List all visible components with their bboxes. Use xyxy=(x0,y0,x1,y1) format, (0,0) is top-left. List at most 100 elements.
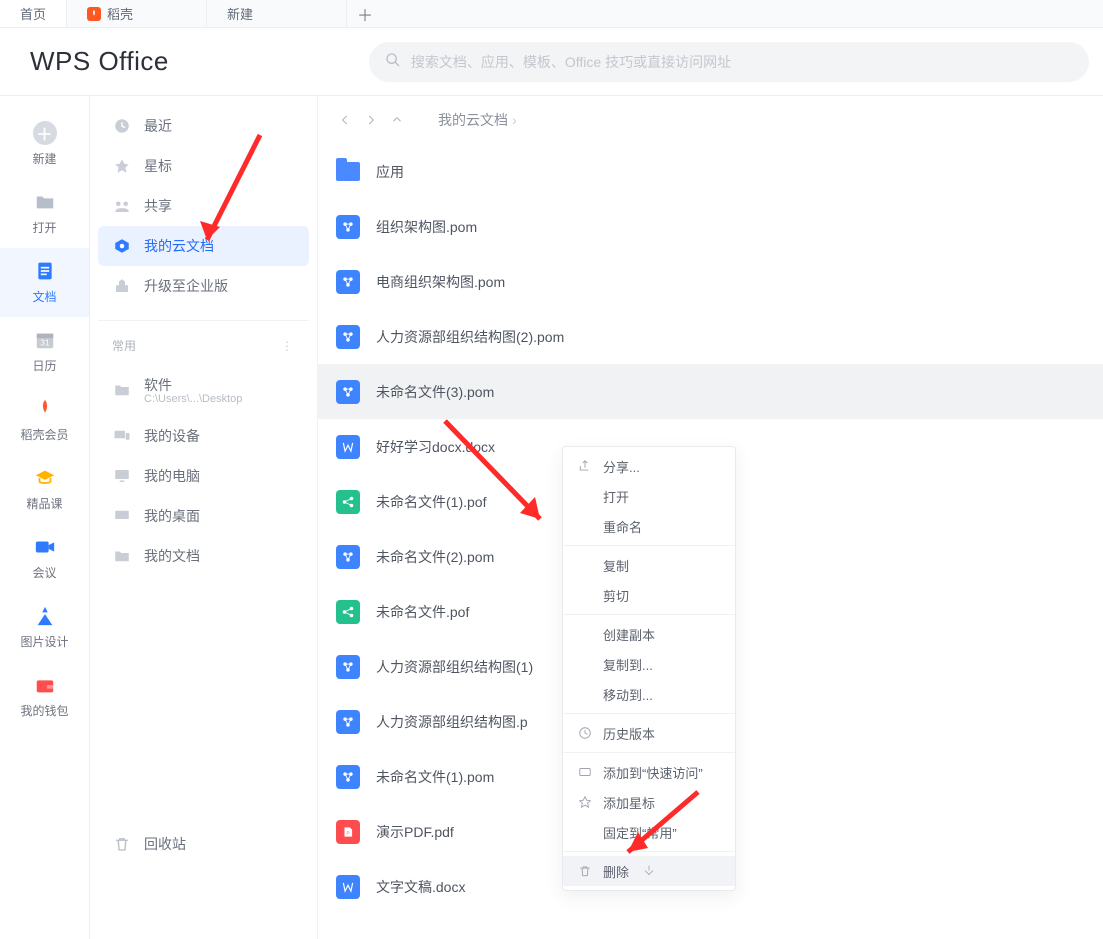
ctx-add-quick[interactable]: 添加到“快速访问” xyxy=(563,757,735,787)
search-box[interactable] xyxy=(369,42,1089,82)
sidebar-item-label: 我的桌面 xyxy=(144,508,200,524)
nav-back-icon[interactable] xyxy=(336,111,354,129)
sidebar-item-升级至企业版[interactable]: 升级至企业版 xyxy=(98,266,309,306)
ctx-open[interactable]: 打开 xyxy=(563,481,735,511)
rail-item-打开[interactable]: 打开 xyxy=(0,179,89,248)
docx-file-icon xyxy=(336,435,360,459)
folder-open-icon xyxy=(32,189,58,215)
file-name: 演示PDF.pdf xyxy=(376,822,454,842)
ctx-cut[interactable]: 剪切 xyxy=(563,580,735,610)
file-row[interactable]: 电商组织架构图.pom xyxy=(318,254,1103,309)
tab-daoke[interactable]: 稻壳 xyxy=(67,0,207,27)
rail-item-会议[interactable]: 会议 xyxy=(0,524,89,593)
rail-item-文档[interactable]: 文档 xyxy=(0,248,89,317)
sidebar-item-我的电脑[interactable]: 我的电脑 xyxy=(98,456,309,496)
calendar-icon: 31 xyxy=(32,327,58,353)
sidebar-item-我的文档[interactable]: 我的文档 xyxy=(98,536,309,576)
rail-item-我的钱包[interactable]: 我的钱包 xyxy=(0,662,89,731)
pom-file-icon xyxy=(336,325,360,349)
nav-forward-icon[interactable] xyxy=(362,111,380,129)
tab-label: 稻壳 xyxy=(107,4,133,23)
sidebar-trash[interactable]: 回收站 xyxy=(98,824,309,864)
tab-home[interactable]: 首页 xyxy=(0,0,67,27)
share-icon xyxy=(577,458,593,474)
pom-file-icon xyxy=(336,710,360,734)
ctx-pin[interactable]: 固定到“常用” xyxy=(563,817,735,847)
sidebar-item-label: 回收站 xyxy=(144,834,186,854)
ctx-copy[interactable]: 复制 xyxy=(563,550,735,580)
document-icon xyxy=(32,258,58,284)
tab-strip: 首页 稻壳 新建 ＋ xyxy=(0,0,1103,28)
history-icon xyxy=(577,725,593,741)
file-row[interactable]: 组织架构图.pom xyxy=(318,199,1103,254)
sidebar-item-软件[interactable]: 软件C:\Users\...\Desktop xyxy=(98,364,309,416)
devices-icon xyxy=(112,426,132,446)
plus-circle-icon: ＋ xyxy=(32,120,58,146)
daoke-icon xyxy=(87,7,101,21)
sidebar-item-共享[interactable]: 共享 xyxy=(98,186,309,226)
ctx-copy-to[interactable]: 复制到... xyxy=(563,649,735,679)
star-icon xyxy=(577,794,593,810)
ctx-history[interactable]: 历史版本 xyxy=(563,718,735,748)
sidebar-common-header: 常用 ⋮ xyxy=(98,327,309,360)
wallet-icon xyxy=(32,672,58,698)
pom-file-icon xyxy=(336,215,360,239)
rail-item-新建[interactable]: ＋ 新建 xyxy=(0,110,89,179)
tab-label: 新建 xyxy=(227,4,253,23)
rail-item-label: 会议 xyxy=(32,564,56,581)
rail-item-图片设计[interactable]: 图片设计 xyxy=(0,593,89,662)
ctx-add-star[interactable]: 添加星标 xyxy=(563,787,735,817)
pof-file-icon xyxy=(336,490,360,514)
pom-file-icon xyxy=(336,655,360,679)
ctx-duplicate[interactable]: 创建副本 xyxy=(563,619,735,649)
pom-file-icon xyxy=(336,545,360,569)
breadcrumb[interactable]: 我的云文档› xyxy=(438,110,517,130)
ctx-delete[interactable]: 删除 xyxy=(563,856,735,886)
rail-item-label: 日历 xyxy=(32,357,56,374)
sidebar-item-最近[interactable]: 最近 xyxy=(98,106,309,146)
cloud-doc-icon xyxy=(112,236,132,256)
rail-item-日历[interactable]: 31 日历 xyxy=(0,317,89,386)
quick-access-icon xyxy=(577,764,593,780)
sidebar-item-星标[interactable]: 星标 xyxy=(98,146,309,186)
ctx-move-to[interactable]: 移动到... xyxy=(563,679,735,709)
ctx-share[interactable]: 分享... xyxy=(563,451,735,481)
rail-item-label: 图片设计 xyxy=(20,633,68,650)
course-icon xyxy=(32,465,58,491)
file-name: 应用 xyxy=(376,162,404,182)
sidebar-item-label: 最近 xyxy=(144,118,172,134)
file-name: 未命名文件(2).pom xyxy=(376,547,494,567)
rail-item-label: 稻壳会员 xyxy=(20,426,68,443)
search-input[interactable] xyxy=(411,54,1073,70)
brand-title: WPS Office xyxy=(30,46,169,77)
tab-new[interactable]: 新建 xyxy=(207,0,347,27)
meeting-icon xyxy=(32,534,58,560)
image-design-icon xyxy=(32,603,58,629)
sidebar-item-我的桌面[interactable]: 我的桌面 xyxy=(98,496,309,536)
sidebar-item-label: 共享 xyxy=(144,198,172,214)
rail-item-label: 精品课 xyxy=(26,495,62,512)
file-name: 人力资源部组织结构图(2).pom xyxy=(376,327,564,347)
tab-add-button[interactable]: ＋ xyxy=(347,2,383,26)
svg-text:P: P xyxy=(346,830,349,835)
ctx-rename[interactable]: 重命名 xyxy=(563,511,735,541)
nav-up-icon[interactable] xyxy=(388,111,406,129)
pom-file-icon xyxy=(336,380,360,404)
sidebar-item-我的设备[interactable]: 我的设备 xyxy=(98,416,309,456)
file-row[interactable]: 未命名文件(3).pom xyxy=(318,364,1103,419)
file-name: 人力资源部组织结构图(1) xyxy=(376,657,533,677)
context-menu: 分享... 打开 重命名 复制 剪切 创建副本 复制到... 移动到... 历史… xyxy=(562,446,736,891)
file-name: 人力资源部组织结构图.p xyxy=(376,712,528,732)
rail-item-精品课[interactable]: 精品课 xyxy=(0,455,89,524)
file-row[interactable]: 人力资源部组织结构图(2).pom xyxy=(318,309,1103,364)
rail-item-稻壳会员[interactable]: 稻壳会员 xyxy=(0,386,89,455)
more-icon[interactable]: ⋮ xyxy=(281,339,295,353)
rail-item-label: 打开 xyxy=(32,219,56,236)
sidebar-item-label: 升级至企业版 xyxy=(144,278,228,294)
sidebar-item-我的云文档[interactable]: 我的云文档 xyxy=(98,226,309,266)
search-icon xyxy=(385,52,411,71)
folder-icon xyxy=(112,546,132,566)
folder-icon xyxy=(336,162,360,181)
file-name: 好好学习docx.docx xyxy=(376,437,495,457)
file-row[interactable]: 应用 xyxy=(318,144,1103,199)
